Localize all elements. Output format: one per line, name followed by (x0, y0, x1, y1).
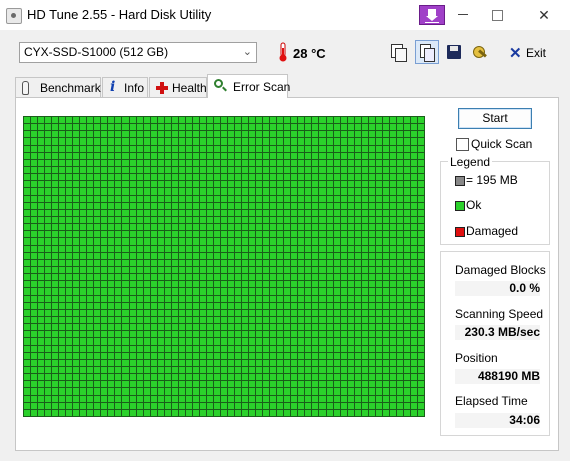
elapsed-time-value: 34:06 (455, 413, 540, 428)
start-button[interactable]: Start (458, 108, 532, 129)
tab-info[interactable]: i Info (102, 77, 148, 97)
minimize-button[interactable] (446, 5, 480, 25)
copy-icon[interactable] (389, 43, 407, 62)
legend-ok-label: Ok (466, 198, 482, 212)
close-icon: ✕ (538, 7, 550, 23)
save-icon[interactable] (445, 43, 463, 61)
tab-health[interactable]: Health (149, 77, 207, 97)
tab-error-scan[interactable]: Error Scan (207, 74, 291, 98)
close-button[interactable]: ✕ (526, 5, 562, 25)
legend-block-size: = 195 MB (466, 173, 518, 187)
legend-block-swatch (455, 176, 465, 186)
tab-benchmark[interactable]: Benchmark (15, 77, 101, 97)
legend-title: Legend (448, 155, 493, 169)
drive-select[interactable]: CYX-SSD-S1000 (512 GB) ⌄ (19, 42, 257, 63)
options-icon[interactable] (470, 43, 488, 61)
legend-ok-swatch (455, 201, 465, 211)
scanning-speed-label: Scanning Speed (455, 307, 544, 321)
minimize-icon (458, 14, 468, 15)
app-icon (6, 8, 22, 24)
tab-info-label: Info (124, 81, 145, 95)
temperature-readout: 28 °C (293, 46, 326, 61)
damaged-blocks-label: Damaged Blocks (455, 263, 546, 277)
position-label: Position (455, 351, 498, 365)
download-icon-underline (425, 22, 439, 23)
maximize-icon (491, 10, 503, 21)
position-value: 488190 MB (455, 369, 540, 384)
benchmark-icon (22, 81, 29, 95)
tab-health-label: Health (172, 81, 207, 95)
scan-block-grid (23, 116, 425, 417)
window-title: HD Tune 2.55 - Hard Disk Utility (27, 7, 212, 22)
error-scan-icon (214, 79, 223, 88)
info-copy-icon[interactable] (415, 40, 439, 64)
damaged-blocks-value: 0.0 % (455, 281, 540, 296)
exit-button[interactable]: Exit (526, 46, 546, 60)
tab-benchmark-label: Benchmark (40, 81, 101, 95)
chevron-down-icon: ⌄ (242, 46, 252, 58)
elapsed-time-label: Elapsed Time (455, 394, 528, 408)
thermometer-icon (279, 42, 287, 62)
legend-damaged-label: Damaged (466, 224, 519, 238)
maximize-button[interactable] (480, 5, 514, 25)
health-icon (156, 82, 168, 94)
quick-scan-label[interactable]: Quick Scan (471, 137, 532, 151)
legend-damaged-swatch (455, 227, 465, 237)
tab-error-scan-label: Error Scan (233, 80, 291, 94)
quick-scan-checkbox[interactable] (456, 138, 469, 151)
info-icon: i (110, 79, 116, 95)
stats-group (440, 251, 550, 436)
exit-icon[interactable]: ✕ (509, 44, 522, 62)
drive-select-value: CYX-SSD-S1000 (512 GB) (24, 45, 169, 59)
scanning-speed-value: 230.3 MB/sec (455, 325, 540, 340)
